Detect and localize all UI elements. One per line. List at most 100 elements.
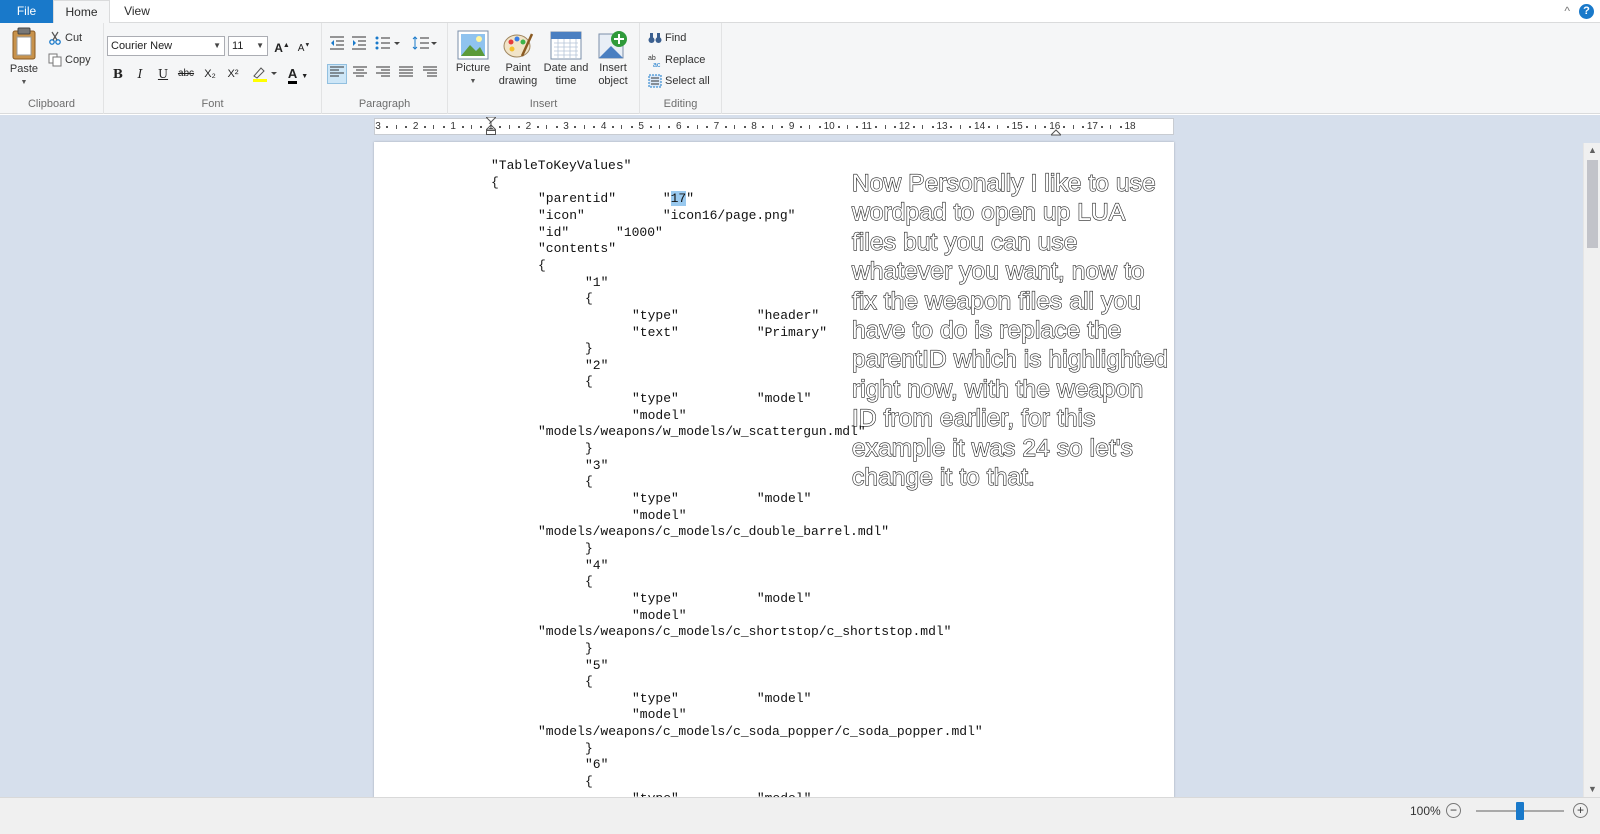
document-line[interactable]: "models/weapons/c_models/c_soda_popper/c…: [538, 723, 983, 740]
increase-indent-button[interactable]: [349, 36, 369, 56]
scroll-down-icon[interactable]: ▼: [1584, 782, 1600, 797]
ruler-tick: [583, 125, 585, 129]
shrink-font-button[interactable]: A▼: [294, 36, 314, 56]
ruler-number: 2: [525, 121, 532, 132]
underline-button[interactable]: U: [153, 64, 173, 84]
scroll-up-icon[interactable]: ▲: [1584, 143, 1600, 158]
document-page[interactable]: "TableToKeyValues"{"parentid" "17" "icon"…: [374, 142, 1174, 797]
document-line[interactable]: "models/weapons/w_models/w_scattergun.md…: [538, 423, 866, 440]
font-size-select[interactable]: 11 ▼: [228, 36, 268, 56]
line-spacing-button[interactable]: [410, 36, 440, 56]
document-line[interactable]: "type" "model": [632, 390, 811, 407]
selected-text[interactable]: 17: [670, 191, 687, 207]
document-line[interactable]: "6": [585, 756, 608, 773]
insert-object-button[interactable]: Insert object: [593, 30, 633, 88]
highlight-color-button[interactable]: [250, 64, 280, 84]
line-spacing-icon: [412, 36, 437, 50]
bullets-button[interactable]: [373, 36, 403, 56]
document-line[interactable]: "model": [632, 407, 687, 424]
align-right-icon: [376, 66, 390, 77]
date-and-time-button[interactable]: Date and time: [542, 30, 590, 88]
paste-button[interactable]: Paste ▼: [6, 27, 42, 89]
paste-dropdown-icon[interactable]: ▼: [6, 76, 42, 89]
align-left-button[interactable]: [327, 64, 347, 84]
minimize-ribbon-icon[interactable]: ^: [1564, 4, 1570, 18]
strikethrough-button[interactable]: abc: [176, 64, 196, 84]
italic-button[interactable]: I: [130, 64, 150, 84]
document-line[interactable]: "parentid" "17": [538, 190, 694, 207]
ruler-tick: [1035, 125, 1036, 129]
copy-button[interactable]: Copy: [48, 50, 91, 70]
font-color-button[interactable]: A ▼: [283, 64, 313, 84]
grow-font-button[interactable]: A▲: [272, 36, 292, 56]
document-line[interactable]: "type" "header": [632, 307, 819, 324]
document-line[interactable]: {: [585, 573, 593, 590]
document-line[interactable]: "5": [585, 657, 608, 674]
paint-drawing-button[interactable]: Paint drawing: [496, 30, 540, 88]
document-line[interactable]: "contents": [538, 240, 616, 257]
subscript-button[interactable]: X₂: [200, 64, 220, 84]
bold-button[interactable]: B: [108, 64, 128, 84]
grow-font-icon: A▲: [274, 41, 290, 55]
document-line[interactable]: {: [585, 290, 593, 307]
document-line[interactable]: "2": [585, 357, 608, 374]
document-line[interactable]: "model": [632, 706, 687, 723]
document-line[interactable]: "type" "model": [632, 490, 811, 507]
document-line[interactable]: "models/weapons/c_models/c_double_barrel…: [538, 523, 889, 540]
font-family-select[interactable]: Courier New ▼: [107, 36, 225, 56]
select-all-button[interactable]: Select all: [648, 71, 710, 91]
document-line[interactable]: "type" "model": [632, 790, 811, 797]
document-line[interactable]: "type" "model": [632, 590, 811, 607]
document-line[interactable]: {: [585, 473, 593, 490]
tab-file[interactable]: File: [0, 0, 53, 23]
document-line[interactable]: "models/weapons/c_models/c_shortstop/c_s…: [538, 623, 951, 640]
paragraph-settings-button[interactable]: [420, 64, 440, 84]
document-line[interactable]: "TableToKeyValues": [491, 157, 631, 174]
zoom-in-button[interactable]: +: [1573, 803, 1588, 818]
document-line[interactable]: {: [491, 174, 499, 191]
find-button[interactable]: Find: [648, 28, 686, 48]
document-line[interactable]: }: [585, 740, 593, 757]
document-line[interactable]: }: [585, 540, 593, 557]
document-line[interactable]: {: [585, 673, 593, 690]
line-text: "type" "header": [632, 307, 820, 323]
clipboard-group: Paste ▼ Cut Copy Clipboard: [0, 23, 104, 114]
align-right-button[interactable]: [373, 64, 393, 84]
zoom-out-button[interactable]: −: [1446, 803, 1461, 818]
superscript-button[interactable]: X²: [223, 64, 243, 84]
document-line[interactable]: {: [585, 373, 593, 390]
horizontal-ruler[interactable]: 3 2 1 1 2 3 4 5 6 7 8 9 10 11 12 13 14 15 16 17 18: [374, 117, 1174, 136]
document-line[interactable]: "type" "model": [632, 690, 811, 707]
ruler-number: 13: [936, 121, 948, 132]
help-icon[interactable]: ?: [1579, 4, 1594, 19]
zoom-slider-handle[interactable]: [1516, 802, 1524, 820]
document-line[interactable]: "icon" "icon16/page.png": [538, 207, 795, 224]
document-line[interactable]: {: [585, 773, 593, 790]
vertical-scrollbar[interactable]: ▲ ▼: [1583, 143, 1600, 797]
ruler-tick: [912, 126, 915, 128]
document-line[interactable]: "text" "Primary": [632, 324, 827, 341]
document-line[interactable]: "4": [585, 557, 608, 574]
ruler-tick: [762, 126, 765, 128]
ruler-number: 17: [1086, 121, 1098, 132]
justify-button[interactable]: [396, 64, 416, 84]
document-line[interactable]: }: [585, 340, 593, 357]
document-line[interactable]: "id" "1000": [538, 224, 663, 241]
document-line[interactable]: }: [585, 440, 593, 457]
replace-button[interactable]: ab ac Replace: [648, 50, 705, 70]
tab-view[interactable]: View: [110, 0, 164, 23]
decrease-indent-button[interactable]: [327, 36, 347, 56]
document-line[interactable]: "model": [632, 507, 687, 524]
align-center-button[interactable]: [350, 64, 370, 84]
document-line[interactable]: "1": [585, 274, 608, 291]
document-line[interactable]: "3": [585, 457, 608, 474]
tab-home[interactable]: Home: [53, 0, 110, 24]
cut-button[interactable]: Cut: [48, 28, 82, 48]
copy-icon: [48, 53, 62, 67]
scrollbar-thumb[interactable]: [1587, 160, 1598, 248]
insert-picture-button[interactable]: Picture ▼: [454, 30, 492, 88]
document-line[interactable]: {: [538, 257, 546, 274]
document-line[interactable]: "model": [632, 607, 687, 624]
document-line[interactable]: }: [585, 640, 593, 657]
insert-object-icon: [598, 31, 627, 59]
